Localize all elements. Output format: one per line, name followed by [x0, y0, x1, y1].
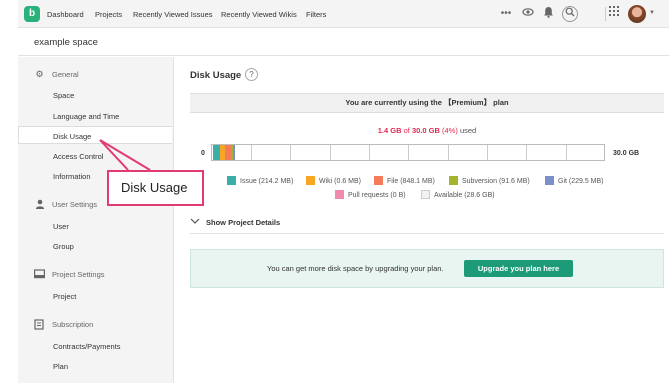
nav-recent-issues[interactable]: Recently Viewed Issues — [133, 10, 213, 19]
bell-icon[interactable] — [540, 6, 556, 22]
nav-filters[interactable]: Filters — [306, 10, 326, 19]
bar-segment-issue — [213, 145, 220, 160]
plan-banner: You are currently using the 【Premium】 pl… — [190, 93, 664, 113]
legend-label: Git (229.5 MB) — [558, 178, 604, 185]
bar-tick — [487, 145, 488, 160]
usage-total: 30.0 GB — [411, 126, 440, 135]
legend-item-pull-requests: Pull requests (0 B) — [335, 190, 406, 199]
bar-tick — [408, 145, 409, 160]
upgrade-message: You can get more disk space by upgrading… — [267, 264, 444, 273]
legend-swatch — [227, 176, 236, 185]
folder-icon — [34, 269, 46, 280]
nav-projects[interactable]: Projects — [95, 10, 122, 19]
legend-label: Wiki (0.6 MB) — [319, 178, 361, 185]
usage-suffix: used — [459, 126, 477, 135]
usage-used: 1.4 GB — [377, 126, 402, 135]
usage-of: of — [403, 126, 410, 135]
legend-swatch — [421, 190, 430, 199]
legend-label: Pull requests (0 B) — [348, 192, 406, 199]
legend-item-wiki: Wiki (0.6 MB) — [306, 176, 361, 185]
sidebar-section-general: General — [52, 70, 79, 79]
sidebar-item-access-control[interactable]: Access Control — [53, 152, 103, 161]
legend-swatch — [335, 190, 344, 199]
bar-segment-git — [233, 145, 235, 160]
sidebar-item-group[interactable]: Group — [53, 242, 74, 251]
bar-min-label: 0 — [201, 150, 205, 157]
bar-tick — [526, 145, 527, 160]
more-icon[interactable]: ••• — [498, 6, 514, 22]
nav-recent-wikis[interactable]: Recently Viewed Wikis — [221, 10, 297, 19]
sidebar-section-project-settings: Project Settings — [52, 270, 105, 279]
bar-tick — [448, 145, 449, 160]
sidebar-item-contracts-payments[interactable]: Contracts/Payments — [53, 342, 121, 351]
chevron-down-icon[interactable] — [190, 217, 200, 227]
section-divider — [190, 233, 664, 234]
gear-icon: ⚙ — [35, 69, 44, 79]
callout-label: Disk Usage — [107, 170, 204, 206]
plan-text: You are currently using the 【Premium】 pl… — [345, 98, 509, 107]
bar-tick — [566, 145, 567, 160]
space-name[interactable]: example space — [34, 37, 98, 48]
chevron-down-icon[interactable]: ▼ — [649, 10, 655, 16]
settings-sidebar — [18, 57, 174, 383]
legend-item-available: Available (28.6 GB) — [421, 190, 495, 199]
sidebar-section-subscription: Subscription — [52, 320, 94, 329]
sidebar-item-user[interactable]: User — [53, 222, 69, 231]
sidebar-item-disk-usage[interactable]: Disk Usage — [53, 132, 91, 141]
top-navigation: b Dashboard Projects Recently Viewed Iss… — [18, 0, 669, 28]
legend-item-subversion: Subversion (91.6 MB) — [449, 176, 530, 185]
subscription-icon — [34, 319, 45, 330]
legend-swatch — [374, 176, 383, 185]
nav-dashboard[interactable]: Dashboard — [47, 10, 84, 19]
legend-item-git: Git (229.5 MB) — [545, 176, 604, 185]
disk-usage-bar — [211, 144, 605, 161]
upgrade-plan-button[interactable]: Upgrade you plan here — [464, 260, 573, 277]
sidebar-item-language-time[interactable]: Language and Time — [53, 112, 119, 121]
eye-icon[interactable] — [520, 6, 536, 22]
legend-swatch — [449, 176, 458, 185]
sidebar-active-highlight — [18, 126, 172, 144]
show-project-details-toggle[interactable]: Show Project Details — [206, 218, 280, 227]
search-icon[interactable] — [562, 6, 578, 22]
bar-tick — [290, 145, 291, 160]
app-logo[interactable]: b — [24, 6, 40, 22]
bar-max-label: 30.0 GB — [613, 150, 640, 157]
space-header: example space — [18, 28, 669, 56]
legend-label: Available (28.6 GB) — [434, 192, 495, 199]
page-title: Disk Usage — [190, 70, 242, 81]
bar-tick — [330, 145, 331, 160]
sidebar-item-information[interactable]: Information — [53, 172, 91, 181]
bar-tick — [369, 145, 370, 160]
legend-swatch — [545, 176, 554, 185]
sidebar-item-project[interactable]: Project — [53, 292, 76, 301]
sidebar-item-space[interactable]: Space — [53, 91, 74, 100]
usage-percent: (4%) — [442, 126, 458, 135]
legend-item-issue: Issue (214.2 MB) — [227, 176, 293, 185]
legend-label: Subversion (91.6 MB) — [462, 178, 530, 185]
help-icon[interactable]: ? — [245, 68, 258, 81]
usage-summary: 1.4 GB of 30.0 GB (4%) used — [190, 126, 664, 135]
user-icon — [34, 199, 45, 210]
sidebar-section-user-settings: User Settings — [52, 200, 98, 209]
apps-grid-icon[interactable] — [606, 6, 622, 22]
legend-item-file: File (848.1 MB) — [374, 176, 435, 185]
user-avatar[interactable] — [628, 5, 646, 23]
legend-label: File (848.1 MB) — [387, 178, 435, 185]
sidebar-item-plan[interactable]: Plan — [53, 362, 68, 371]
legend-swatch — [306, 176, 315, 185]
legend-label: Issue (214.2 MB) — [240, 178, 294, 185]
bar-tick — [251, 145, 252, 160]
